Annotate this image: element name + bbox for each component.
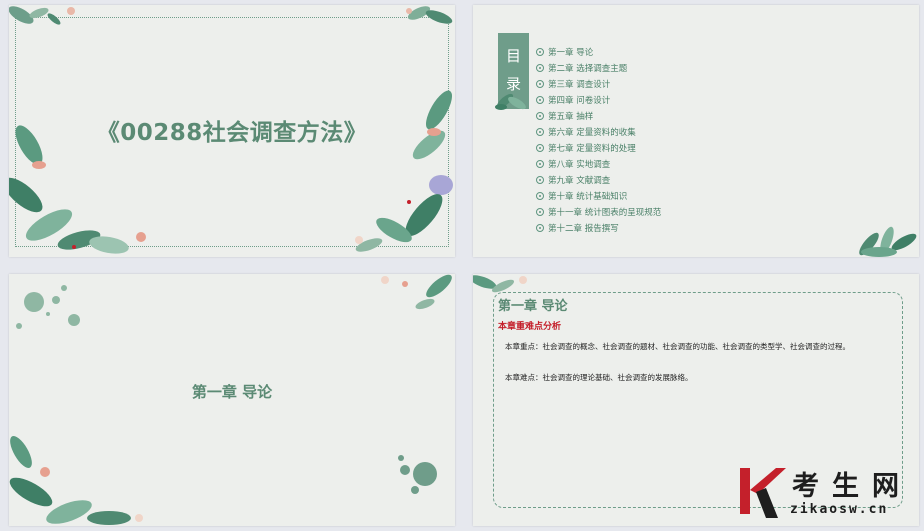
- toc-list: 第一章 导论 第二章 选择调查主题 第三章 调查设计 第四章 问卷设计 第五章 …: [536, 44, 661, 236]
- toc-item[interactable]: 第五章 抽样: [536, 108, 661, 124]
- key-points-text: 本章重点：社会调查的概念、社会调查的题材、社会调查的功能、社会调查的类型学、社会…: [505, 342, 850, 351]
- flower-bullet-icon: [536, 208, 544, 216]
- toc-item[interactable]: 第八章 实地调查: [536, 156, 661, 172]
- toc-item[interactable]: 第三章 调查设计: [536, 76, 661, 92]
- toc-item[interactable]: 第二章 选择调查主题: [536, 60, 661, 76]
- toc-item-label: 第十一章 统计图表的呈现规范: [548, 208, 662, 218]
- slide-title[interactable]: 《00288社会调查方法》: [9, 5, 455, 257]
- flower-bullet-icon: [536, 144, 544, 152]
- flower-bullet-icon: [536, 48, 544, 56]
- flower-bullet-icon: [536, 96, 544, 104]
- plant-decoration-bottom-left: [9, 436, 143, 525]
- toc-item[interactable]: 第九章 文献调查: [536, 172, 661, 188]
- watermark-url: zikaosw.cn: [790, 502, 889, 517]
- flower-bullet-icon: [536, 64, 544, 72]
- k-logo-icon: [740, 468, 786, 518]
- toc-heading-box: 目 录: [498, 33, 529, 109]
- toc-item-label: 第一章 导论: [548, 48, 594, 58]
- toc-item[interactable]: 第十一章 统计图表的呈现规范: [536, 204, 661, 220]
- presentation-title: 《00288社会调查方法》: [96, 120, 368, 146]
- section-subtitle: 本章重难点分析: [498, 322, 562, 332]
- slide-table-of-contents[interactable]: 目 录 第一章 导论 第二章 选择调查主题 第三章 调查设计 第四章 问卷设计 …: [473, 5, 919, 257]
- flower-bullet-icon: [536, 80, 544, 88]
- flower-bullet-icon: [536, 224, 544, 232]
- toc-item[interactable]: 第一章 导论: [536, 44, 661, 60]
- site-watermark: 考生网 zikaosw.cn: [736, 462, 920, 526]
- toc-item[interactable]: 第七章 定量资料的处理: [536, 140, 661, 156]
- flower-bullet-icon: [536, 192, 544, 200]
- watermark-brand: 考生网: [792, 471, 912, 502]
- dot-cluster-top-left: [16, 285, 80, 329]
- flower-bullet-icon: [536, 160, 544, 168]
- chapter-heading: 第一章 导论: [498, 299, 568, 314]
- difficult-points-text: 本章难点：社会调查的理论基础、社会调查的发展脉络。: [505, 373, 693, 382]
- flower-bullet-icon: [536, 128, 544, 136]
- flower-bullet-icon: [536, 176, 544, 184]
- toc-item-label: 第六章 定量资料的收集: [548, 128, 636, 138]
- plant-decoration-bottom-right: [859, 226, 917, 257]
- slide-chapter-divider[interactable]: 第一章 导论: [9, 274, 455, 526]
- dot-cluster-bottom-right: [398, 455, 437, 494]
- toc-item[interactable]: 第六章 定量资料的收集: [536, 124, 661, 140]
- toc-item-label: 第七章 定量资料的处理: [548, 144, 636, 154]
- leaf-decoration-top-right: [381, 274, 452, 310]
- toc-item-label: 第八章 实地调查: [548, 160, 611, 170]
- toc-item[interactable]: 第十二章 报告撰写: [536, 220, 661, 236]
- toc-item-label: 第二章 选择调查主题: [548, 64, 628, 74]
- toc-heading-char: 目: [505, 47, 521, 65]
- toc-item[interactable]: 第四章 问卷设计: [536, 92, 661, 108]
- flower-bullet-icon: [536, 112, 544, 120]
- toc-item-label: 第四章 问卷设计: [548, 96, 611, 106]
- toc-item-label: 第十章 统计基础知识: [548, 192, 628, 202]
- toc-item-label: 第九章 文献调查: [548, 176, 611, 186]
- toc-item-label: 第十二章 报告撰写: [548, 224, 619, 234]
- toc-item-label: 第五章 抽样: [548, 112, 594, 122]
- toc-item-label: 第三章 调查设计: [548, 80, 611, 90]
- toc-item[interactable]: 第十章 统计基础知识: [536, 188, 661, 204]
- chapter-title: 第一章 导论: [191, 383, 273, 401]
- toc-heading-char: 录: [505, 75, 521, 93]
